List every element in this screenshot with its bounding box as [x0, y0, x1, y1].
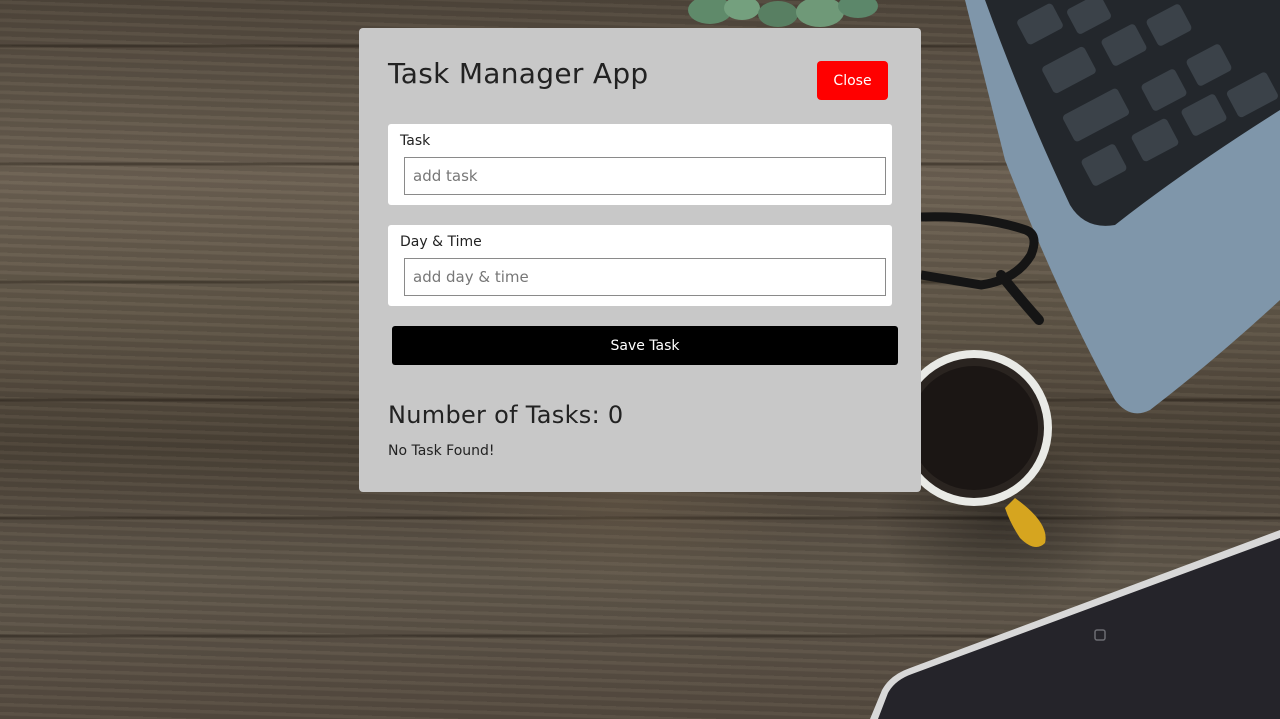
- task-label: Task: [400, 133, 431, 149]
- task-field-group: Task: [388, 124, 892, 205]
- task-count-heading: Number of Tasks: 0: [388, 401, 624, 429]
- day-time-label: Day & Time: [400, 234, 482, 250]
- close-button[interactable]: Close: [817, 61, 888, 100]
- glasses-icon: [921, 212, 1044, 325]
- app-title: Task Manager App: [388, 57, 649, 90]
- task-input[interactable]: [404, 157, 886, 195]
- task-manager-card: Task Manager App Close Task Day & Time S…: [359, 28, 921, 492]
- empty-tasks-message: No Task Found!: [388, 443, 495, 459]
- tablet-icon: [870, 530, 1280, 719]
- coffee-cup-icon: [900, 350, 1052, 547]
- save-task-button[interactable]: Save Task: [392, 326, 898, 365]
- day-time-input[interactable]: [404, 258, 886, 296]
- day-time-field-group: Day & Time: [388, 225, 892, 306]
